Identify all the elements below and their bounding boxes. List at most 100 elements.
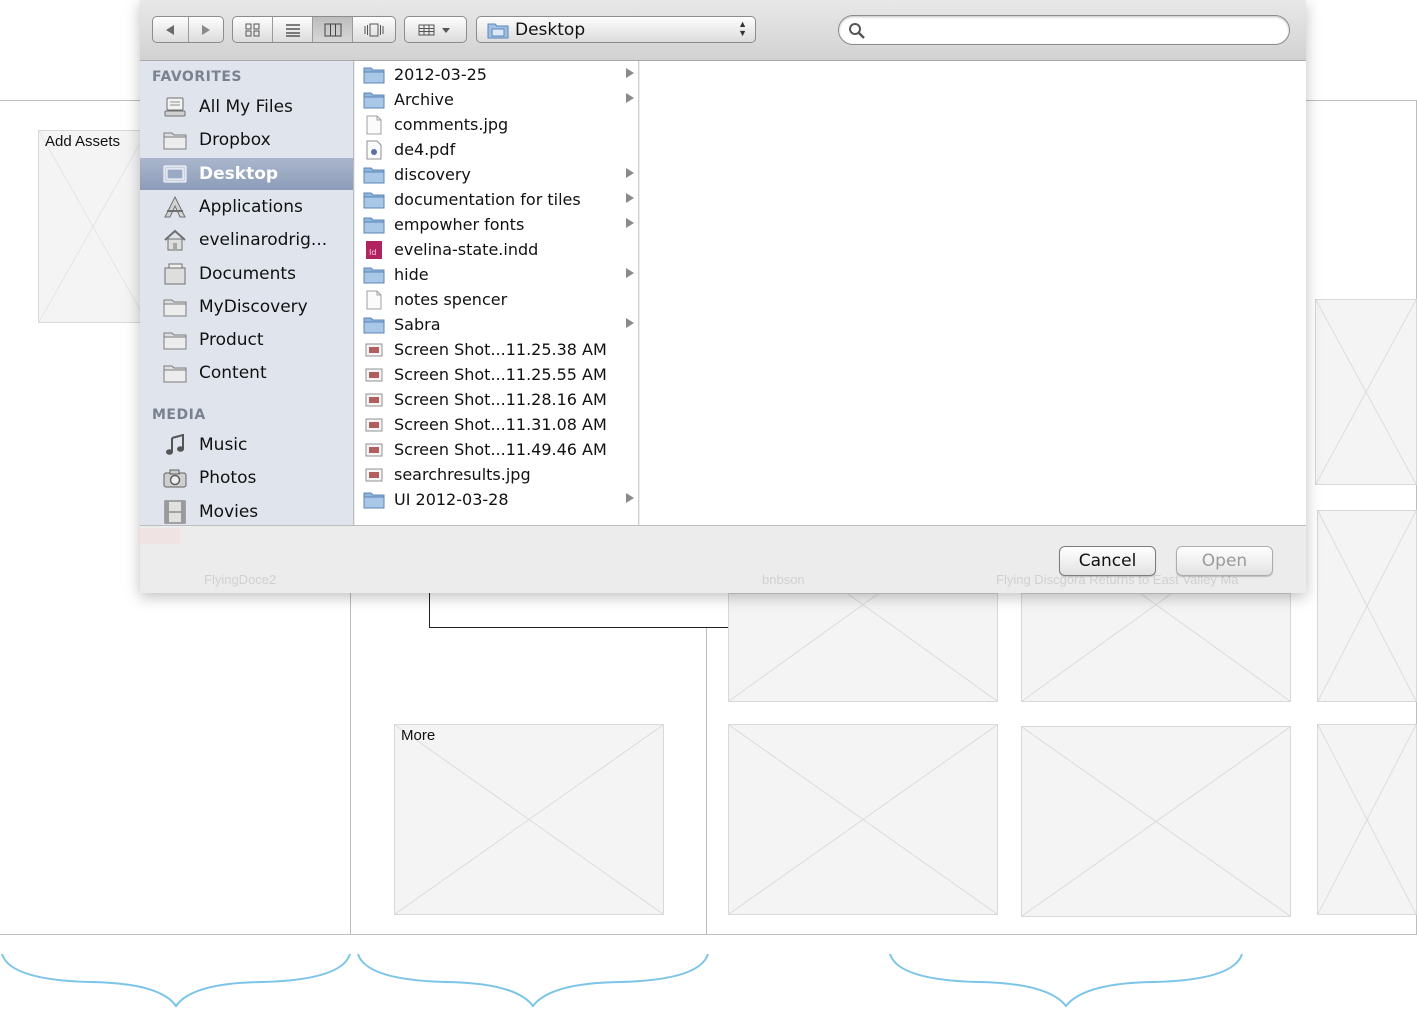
sidebar-item-content[interactable]: Content [140, 357, 353, 389]
brace-middle [357, 953, 709, 1008]
arrange-button[interactable] [405, 17, 466, 42]
open-button[interactable]: Open [1176, 546, 1273, 576]
add-assets-label: Add Assets [45, 133, 121, 150]
file-name: hide [394, 265, 429, 284]
file-name: Screen Shot...11.25.38 AM [394, 340, 607, 359]
add-assets-placeholder[interactable]: Add Assets [38, 130, 148, 323]
search-input[interactable] [871, 19, 1275, 41]
indd-icon: Id [363, 240, 385, 259]
disclosure-arrow-icon [626, 193, 634, 203]
file-name: notes spencer [394, 290, 508, 309]
file-row[interactable]: notes spencer [355, 287, 638, 312]
sidebar-item-mydiscovery[interactable]: MyDiscovery [140, 291, 353, 323]
folder-icon [363, 191, 385, 209]
back-forward-control [152, 16, 224, 43]
folder-row[interactable]: Sabra [355, 312, 638, 337]
location-label: Desktop [515, 19, 586, 40]
brace-left [1, 953, 351, 1008]
brace-right [889, 953, 1243, 1008]
all-files-icon [163, 96, 187, 118]
sidebar-item-dropbox[interactable]: Dropbox [140, 124, 353, 156]
svg-text:Id: Id [369, 248, 376, 257]
coverflow-view-button[interactable] [353, 17, 395, 42]
arrange-icon [418, 24, 450, 35]
column-view-button[interactable] [313, 17, 353, 42]
sidebar-item-desktop[interactable]: Desktop [140, 157, 353, 190]
sidebar-item-label: Movies [199, 501, 259, 522]
tile-placeholder [1315, 299, 1417, 485]
folder-row[interactable]: documentation for tiles [355, 187, 638, 212]
icon-view-button[interactable] [233, 17, 273, 42]
file-name: de4.pdf [394, 140, 456, 159]
forward-button[interactable] [189, 17, 224, 42]
open-file-dialog: Desktop ▲ ▼ FAVORITES All My Files Dropbox… [140, 0, 1306, 593]
folder-row[interactable]: UI 2012-03-28 [355, 487, 638, 512]
folder-icon [163, 129, 187, 151]
file-name: documentation for tiles [394, 190, 581, 209]
list-view-button[interactable] [273, 17, 313, 42]
file-name: Sabra [394, 315, 441, 334]
sidebar-item-all-my-files[interactable]: All My Files [140, 91, 353, 123]
sidebar-item-product[interactable]: Product [140, 324, 353, 356]
file-name: Screen Shot...11.49.46 AM [394, 440, 607, 459]
disclosure-arrow-icon [626, 218, 634, 228]
camera-icon [163, 467, 187, 489]
tile-placeholder [728, 724, 998, 915]
file-row[interactable]: Screen Shot...11.49.46 AM [355, 437, 638, 462]
folder-row[interactable]: 2012-03-25 [355, 62, 638, 87]
sidebar-item-music[interactable]: Music [140, 429, 353, 461]
file-row[interactable]: Id evelina-state.indd [355, 237, 638, 262]
image-icon [363, 366, 385, 384]
folder-row[interactable]: discovery [355, 162, 638, 187]
folder-icon [363, 266, 385, 284]
wireframe-bottom-border [0, 934, 1417, 935]
disclosure-arrow-icon [626, 493, 634, 503]
file-row[interactable]: de4.pdf [355, 137, 638, 162]
sidebar-item-label: Dropbox [199, 130, 271, 151]
file-row[interactable]: Screen Shot...11.25.38 AM [355, 337, 638, 362]
back-button[interactable] [153, 17, 189, 42]
sidebar-item-label: Content [199, 363, 267, 384]
list-icon [285, 23, 300, 37]
image-icon [363, 341, 385, 359]
folder-row[interactable]: Archive [355, 87, 638, 112]
favorites-header: FAVORITES [152, 69, 243, 85]
sidebar-item-label: Photos [199, 468, 257, 489]
location-popup[interactable]: Desktop ▲ ▼ [476, 16, 756, 43]
sidebar-item-photos[interactable]: Photos [140, 462, 353, 494]
doc-icon [363, 115, 385, 134]
folder-row[interactable]: hide [355, 262, 638, 287]
ghost-swatch [140, 528, 180, 544]
image-icon [363, 416, 385, 434]
cancel-button[interactable]: Cancel [1059, 546, 1156, 576]
search-field[interactable] [838, 15, 1290, 45]
ghost-text: bnbson [762, 572, 805, 587]
file-name: Screen Shot...11.31.08 AM [394, 415, 607, 434]
applications-icon [163, 195, 187, 218]
sidebar-item-applications[interactable]: Applications [140, 191, 353, 223]
file-row[interactable]: comments.jpg [355, 112, 638, 137]
film-icon [163, 500, 187, 524]
file-name: empowher fonts [394, 215, 525, 234]
file-row[interactable]: searchresults.jpg [355, 462, 638, 487]
more-placeholder[interactable]: More [394, 724, 664, 915]
desktop-folder-icon [487, 23, 509, 38]
back-arrow-icon [166, 24, 175, 35]
file-name: comments.jpg [394, 115, 509, 134]
sidebar-item-documents[interactable]: Documents [140, 258, 353, 290]
file-name: Screen Shot...11.25.55 AM [394, 365, 607, 384]
folder-icon [363, 91, 385, 109]
popup-arrows-icon: ▲ ▼ [738, 19, 747, 38]
file-name: evelina-state.indd [394, 240, 539, 259]
sidebar-item-label: MyDiscovery [199, 296, 308, 317]
columns-icon [324, 23, 341, 36]
file-row[interactable]: Screen Shot...11.25.55 AM [355, 362, 638, 387]
coverflow-icon [364, 23, 384, 36]
folder-row[interactable]: empowher fonts [355, 212, 638, 237]
file-name: Screen Shot...11.28.16 AM [394, 390, 607, 409]
file-row[interactable]: Screen Shot...11.31.08 AM [355, 412, 638, 437]
file-row[interactable]: Screen Shot...11.28.16 AM [355, 387, 638, 412]
sidebar-item-evelinarodrig[interactable]: evelinarodrig... [140, 224, 353, 256]
home-icon [163, 229, 187, 251]
sidebar-item-movies[interactable]: Movies [140, 496, 353, 525]
